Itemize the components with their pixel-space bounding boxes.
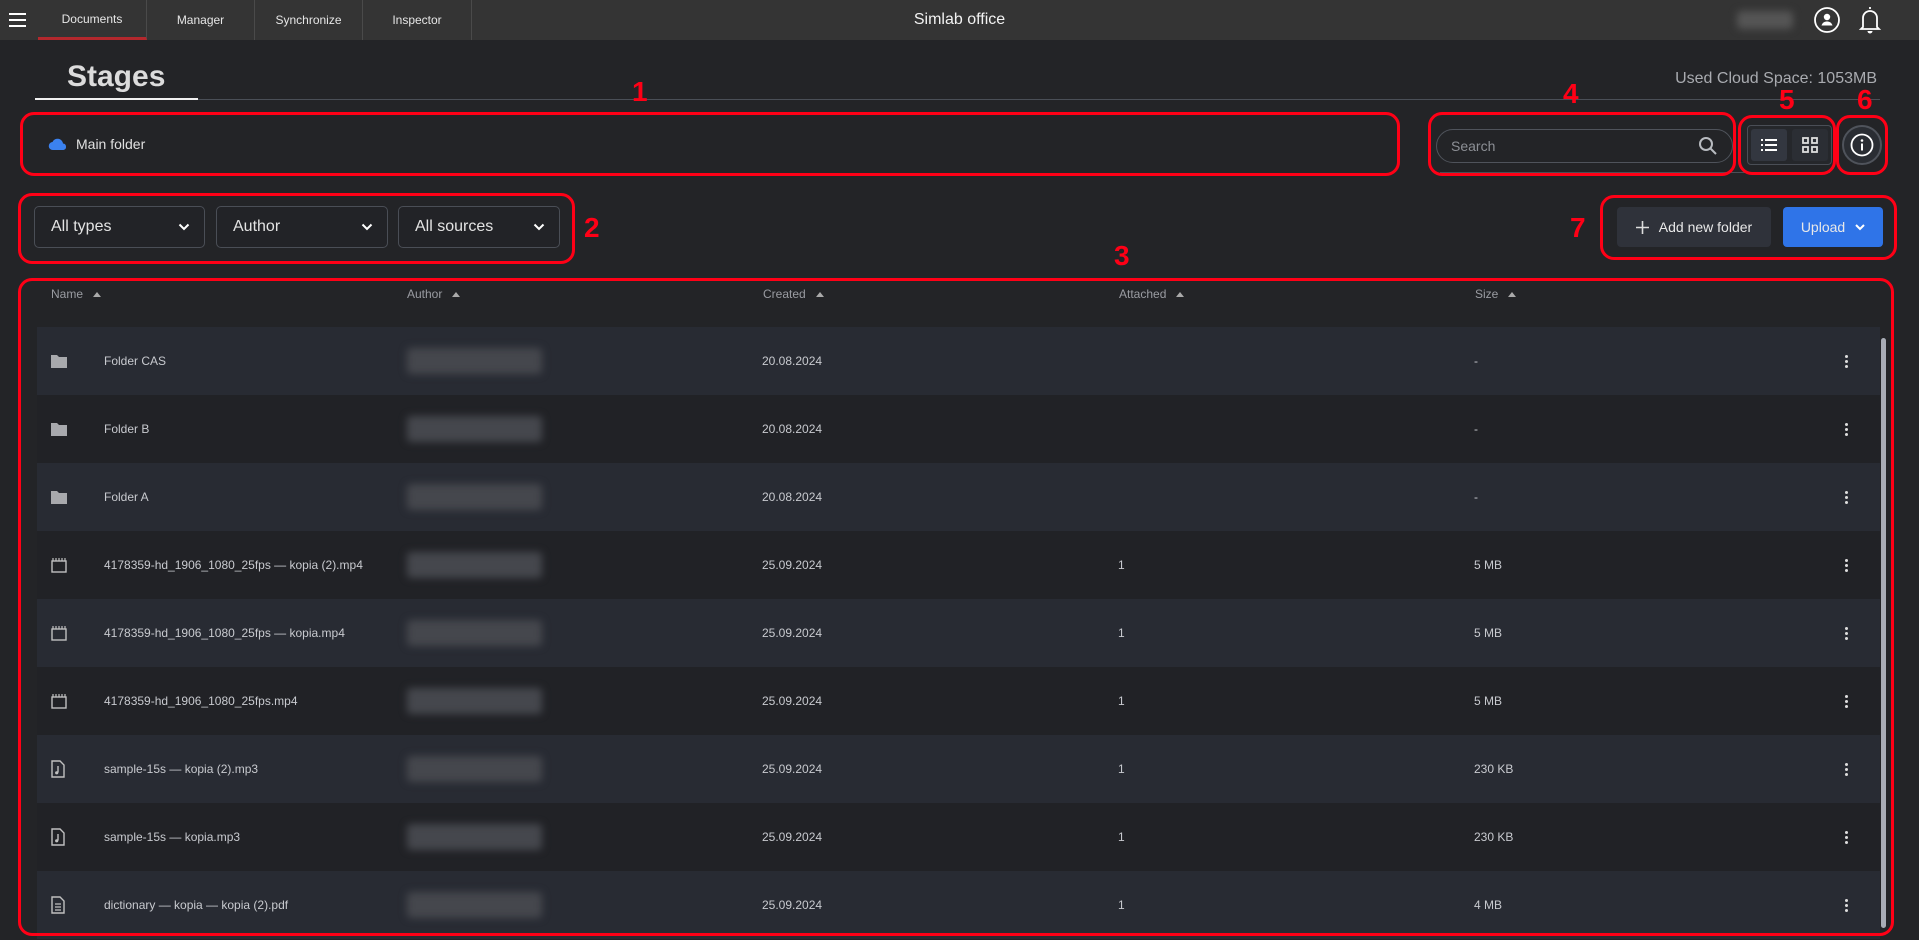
tab-synchronize[interactable]: Synchronize — [255, 0, 363, 40]
annotation-box-6 — [1836, 115, 1888, 175]
annotation-label-5: 5 — [1779, 84, 1795, 115]
annotation-box-5 — [1738, 115, 1836, 175]
annotation-box-1 — [20, 112, 1400, 176]
bell-icon[interactable] — [1857, 4, 1883, 36]
annotation-box-4 — [1428, 112, 1736, 176]
annotation-label-7: 7 — [1570, 212, 1586, 243]
menu-icon[interactable] — [9, 13, 26, 27]
user-icon[interactable] — [1813, 6, 1841, 34]
annotation-label-3: 3 — [1114, 240, 1130, 271]
annotation-label-2: 2 — [584, 212, 600, 243]
annotation-label-4: 4 — [1563, 78, 1579, 109]
annotation-label-1: 1 — [632, 76, 648, 107]
tab-manager[interactable]: Manager — [147, 0, 255, 40]
annotation-label-6: 6 — [1857, 84, 1873, 115]
annotation-box-7 — [1600, 195, 1897, 260]
tab-documents[interactable]: Documents — [38, 0, 147, 40]
annotation-box-3 — [18, 278, 1894, 936]
used-cloud-space: Used Cloud Space: 1053MB — [1675, 70, 1877, 87]
tab-inspector[interactable]: Inspector — [363, 0, 472, 40]
title-divider — [35, 99, 1880, 100]
title-underline — [35, 98, 198, 100]
user-name-blurred — [1737, 11, 1793, 29]
top-bar: Documents Manager Synchronize Inspector … — [0, 0, 1919, 40]
annotation-box-2 — [18, 193, 575, 264]
page-title: Stages — [67, 60, 166, 93]
